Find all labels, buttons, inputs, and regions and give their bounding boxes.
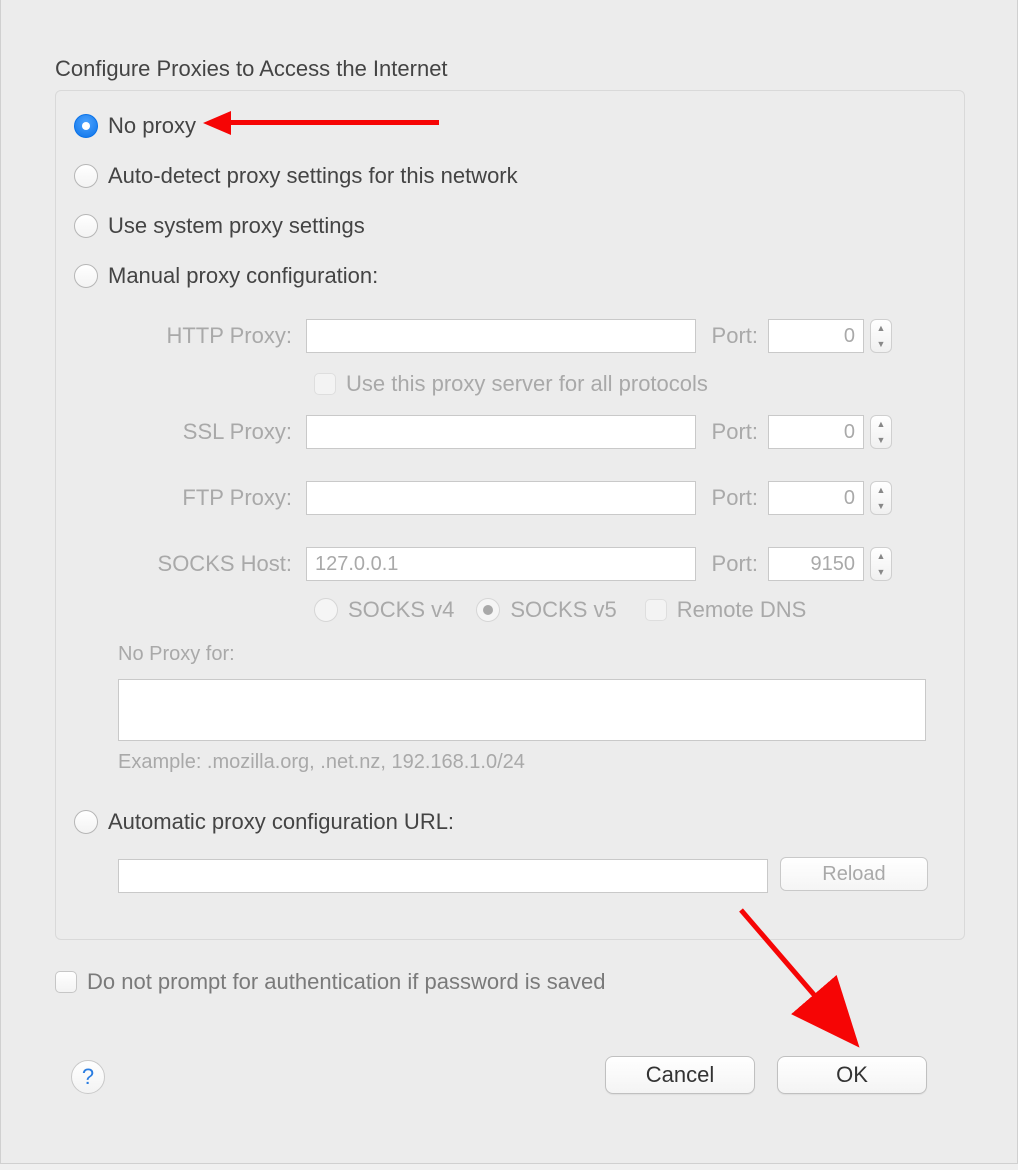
proxy-settings-dialog: Configure Proxies to Access the Internet… <box>0 0 1018 1164</box>
annotation-arrow-2 <box>1 0 1018 1170</box>
